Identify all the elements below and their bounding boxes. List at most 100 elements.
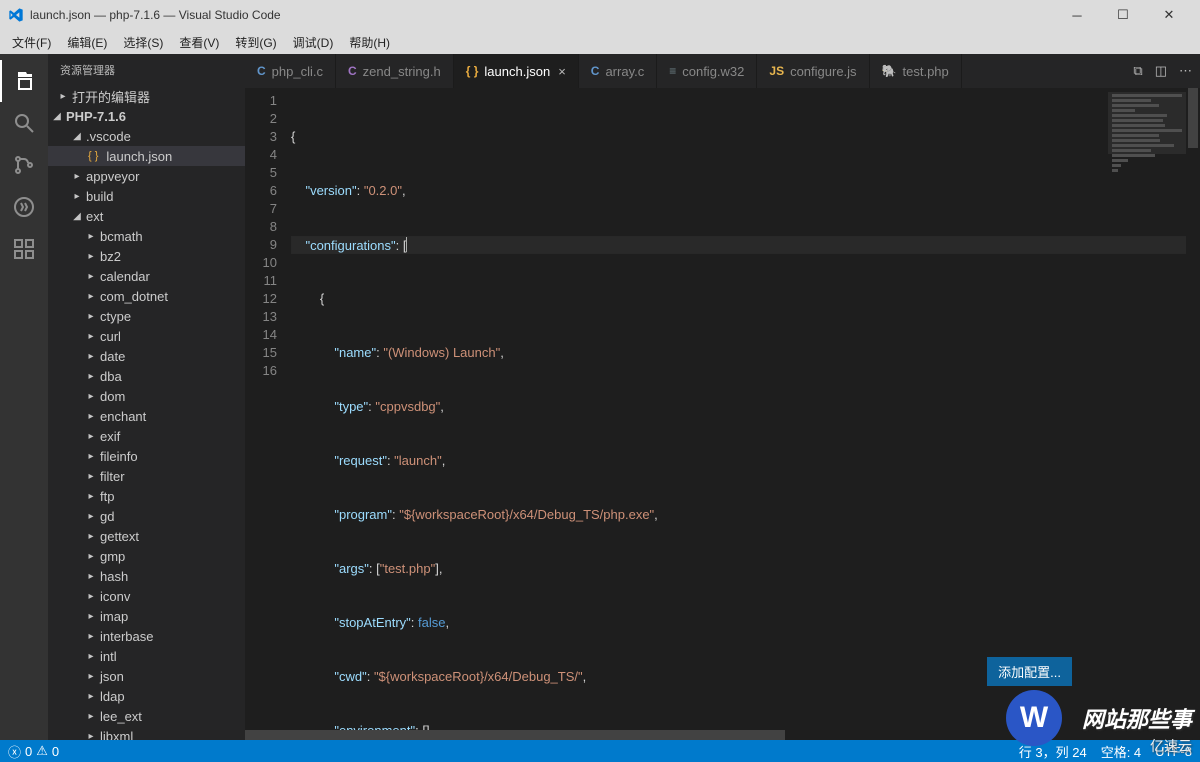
editor-tab[interactable]: 🐘test.php bbox=[870, 54, 962, 88]
explorer-icon[interactable] bbox=[0, 60, 48, 102]
more-icon[interactable]: ⋯ bbox=[1179, 63, 1192, 79]
menu-item[interactable]: 帮助(H) bbox=[341, 32, 398, 53]
chevron-right-icon: ▸ bbox=[86, 391, 96, 402]
tree-folder[interactable]: ▸date bbox=[48, 346, 245, 366]
tree-label: gettext bbox=[100, 529, 139, 544]
tree-label: .vscode bbox=[86, 129, 131, 144]
git-icon[interactable] bbox=[0, 144, 48, 186]
tree-folder[interactable]: ▸bz2 bbox=[48, 246, 245, 266]
tree-folder[interactable]: ▸ctype bbox=[48, 306, 245, 326]
chevron-down-icon: ◢ bbox=[52, 111, 62, 122]
tree-folder[interactable]: ▸lee_ext bbox=[48, 706, 245, 726]
chevron-right-icon: ▸ bbox=[86, 351, 96, 362]
window-maximize-button[interactable]: ☐ bbox=[1100, 0, 1146, 30]
compare-icon[interactable]: ⧉ bbox=[1133, 63, 1142, 79]
chevron-right-icon: ▸ bbox=[86, 331, 96, 342]
menu-item[interactable]: 查看(V) bbox=[171, 32, 227, 53]
chevron-right-icon: ▸ bbox=[86, 651, 96, 662]
menu-item[interactable]: 编辑(E) bbox=[59, 32, 115, 53]
close-tab-icon[interactable]: × bbox=[558, 64, 566, 79]
chevron-right-icon: ▸ bbox=[86, 411, 96, 422]
tree-folder[interactable]: ▸appveyor bbox=[48, 166, 245, 186]
tree-label: exif bbox=[100, 429, 120, 444]
tree-folder[interactable]: ▸build bbox=[48, 186, 245, 206]
tree-folder[interactable]: ▸filter bbox=[48, 466, 245, 486]
tree-label: gd bbox=[100, 509, 114, 524]
errors-count[interactable]: 0 bbox=[25, 744, 32, 759]
menu-item[interactable]: 文件(F) bbox=[4, 32, 59, 53]
open-editors-section[interactable]: ▸ 打开的编辑器 bbox=[48, 86, 245, 106]
tree-folder[interactable]: ▸exif bbox=[48, 426, 245, 446]
debug-icon[interactable] bbox=[0, 186, 48, 228]
tree-folder[interactable]: ▸ gettext bbox=[48, 526, 245, 546]
tab-label: test.php bbox=[903, 64, 949, 79]
add-configuration-button[interactable]: 添加配置... bbox=[987, 657, 1072, 686]
warnings-icon[interactable]: ⚠ bbox=[36, 743, 48, 759]
search-icon[interactable] bbox=[0, 102, 48, 144]
warnings-count[interactable]: 0 bbox=[52, 744, 59, 759]
tree-folder[interactable]: ▸enchant bbox=[48, 406, 245, 426]
tree-label: iconv bbox=[100, 589, 130, 604]
tree-folder[interactable]: ▸gmp bbox=[48, 546, 245, 566]
tree-folder[interactable]: ▸ftp bbox=[48, 486, 245, 506]
tree-folder[interactable]: ▸hash bbox=[48, 566, 245, 586]
tree-label: interbase bbox=[100, 629, 153, 644]
tab-label: php_cli.c bbox=[272, 64, 323, 79]
editor-area: Cphp_cli.cCzend_string.h{ }launch.json×C… bbox=[245, 54, 1200, 740]
tree-folder[interactable]: ▸interbase bbox=[48, 626, 245, 646]
tree-label: gmp bbox=[100, 549, 125, 564]
editor-tab[interactable]: { }launch.json× bbox=[454, 54, 579, 88]
tree-folder[interactable]: ▸bcmath bbox=[48, 226, 245, 246]
editor-tab[interactable]: Czend_string.h bbox=[336, 54, 454, 88]
editor-tab[interactable]: ≡config.w32 bbox=[657, 54, 757, 88]
chevron-right-icon: ▸ bbox=[86, 311, 96, 322]
tree-folder[interactable]: ▸json bbox=[48, 666, 245, 686]
chevron-right-icon: ▸ bbox=[86, 271, 96, 282]
tree-folder[interactable]: ◢ext bbox=[48, 206, 245, 226]
editor-tab[interactable]: Cphp_cli.c bbox=[245, 54, 336, 88]
tree-folder[interactable]: ▸imap bbox=[48, 606, 245, 626]
tree-file[interactable]: { }launch.json bbox=[48, 146, 245, 166]
project-root[interactable]: ◢ PHP-7.1.6 bbox=[48, 106, 245, 126]
code-editor[interactable]: 12345678910111213141516 { "version": "0.… bbox=[245, 88, 1200, 730]
tree-folder[interactable]: ◢.vscode bbox=[48, 126, 245, 146]
errors-icon[interactable]: ⓧ bbox=[8, 742, 21, 761]
status-bar: ⓧ0 ⚠0 行 3，列 24 空格: 4 UTF-8 bbox=[0, 740, 1200, 762]
status-spaces[interactable]: 空格: 4 bbox=[1101, 742, 1141, 761]
tree-folder[interactable]: ▸libxml bbox=[48, 726, 245, 740]
watermark-text-2: 亿速云 bbox=[1150, 736, 1192, 756]
tree-folder[interactable]: ▸ curl bbox=[48, 326, 245, 346]
chevron-right-icon: ▸ bbox=[86, 531, 96, 542]
tree-label: curl bbox=[100, 329, 121, 344]
menu-item[interactable]: 调试(D) bbox=[285, 32, 342, 53]
editor-tab[interactable]: Carray.c bbox=[579, 54, 657, 88]
tree-label: launch.json bbox=[106, 149, 172, 164]
editor-tab[interactable]: JSconfigure.js bbox=[757, 54, 869, 88]
menu-item[interactable]: 选择(S) bbox=[115, 32, 171, 53]
tree-folder[interactable]: ▸com_dotnet bbox=[48, 286, 245, 306]
tree-folder[interactable]: ▸ldap bbox=[48, 686, 245, 706]
extensions-icon[interactable] bbox=[0, 228, 48, 270]
tree-folder[interactable]: ▸iconv bbox=[48, 586, 245, 606]
minimap[interactable] bbox=[1108, 92, 1186, 154]
window-close-button[interactable]: ✕ bbox=[1146, 0, 1192, 30]
tree-folder[interactable]: ▸dba bbox=[48, 366, 245, 386]
tree-folder[interactable]: ▸dom bbox=[48, 386, 245, 406]
chevron-right-icon: ▸ bbox=[86, 571, 96, 582]
chevron-right-icon: ▸ bbox=[86, 691, 96, 702]
split-editor-icon[interactable]: ◫ bbox=[1155, 63, 1167, 79]
vertical-scrollbar[interactable] bbox=[1186, 88, 1200, 718]
tree-folder[interactable]: ▸intl bbox=[48, 646, 245, 666]
window-titlebar: launch.json — php-7.1.6 — Visual Studio … bbox=[0, 0, 1200, 30]
watermark-badge: W bbox=[1006, 690, 1062, 746]
window-minimize-button[interactable]: ─ bbox=[1054, 0, 1100, 30]
chevron-right-icon: ▸ bbox=[86, 731, 96, 741]
tree-label: imap bbox=[100, 609, 128, 624]
tree-folder[interactable]: ▸fileinfo bbox=[48, 446, 245, 466]
tree-label: json bbox=[100, 669, 124, 684]
tree-folder[interactable]: ▸ gd bbox=[48, 506, 245, 526]
menu-item[interactable]: 转到(G) bbox=[227, 32, 284, 53]
chevron-right-icon: ▸ bbox=[86, 511, 96, 522]
tree-folder[interactable]: ▸calendar bbox=[48, 266, 245, 286]
code-lines[interactable]: { "version": "0.2.0", "configurations": … bbox=[291, 88, 1200, 730]
